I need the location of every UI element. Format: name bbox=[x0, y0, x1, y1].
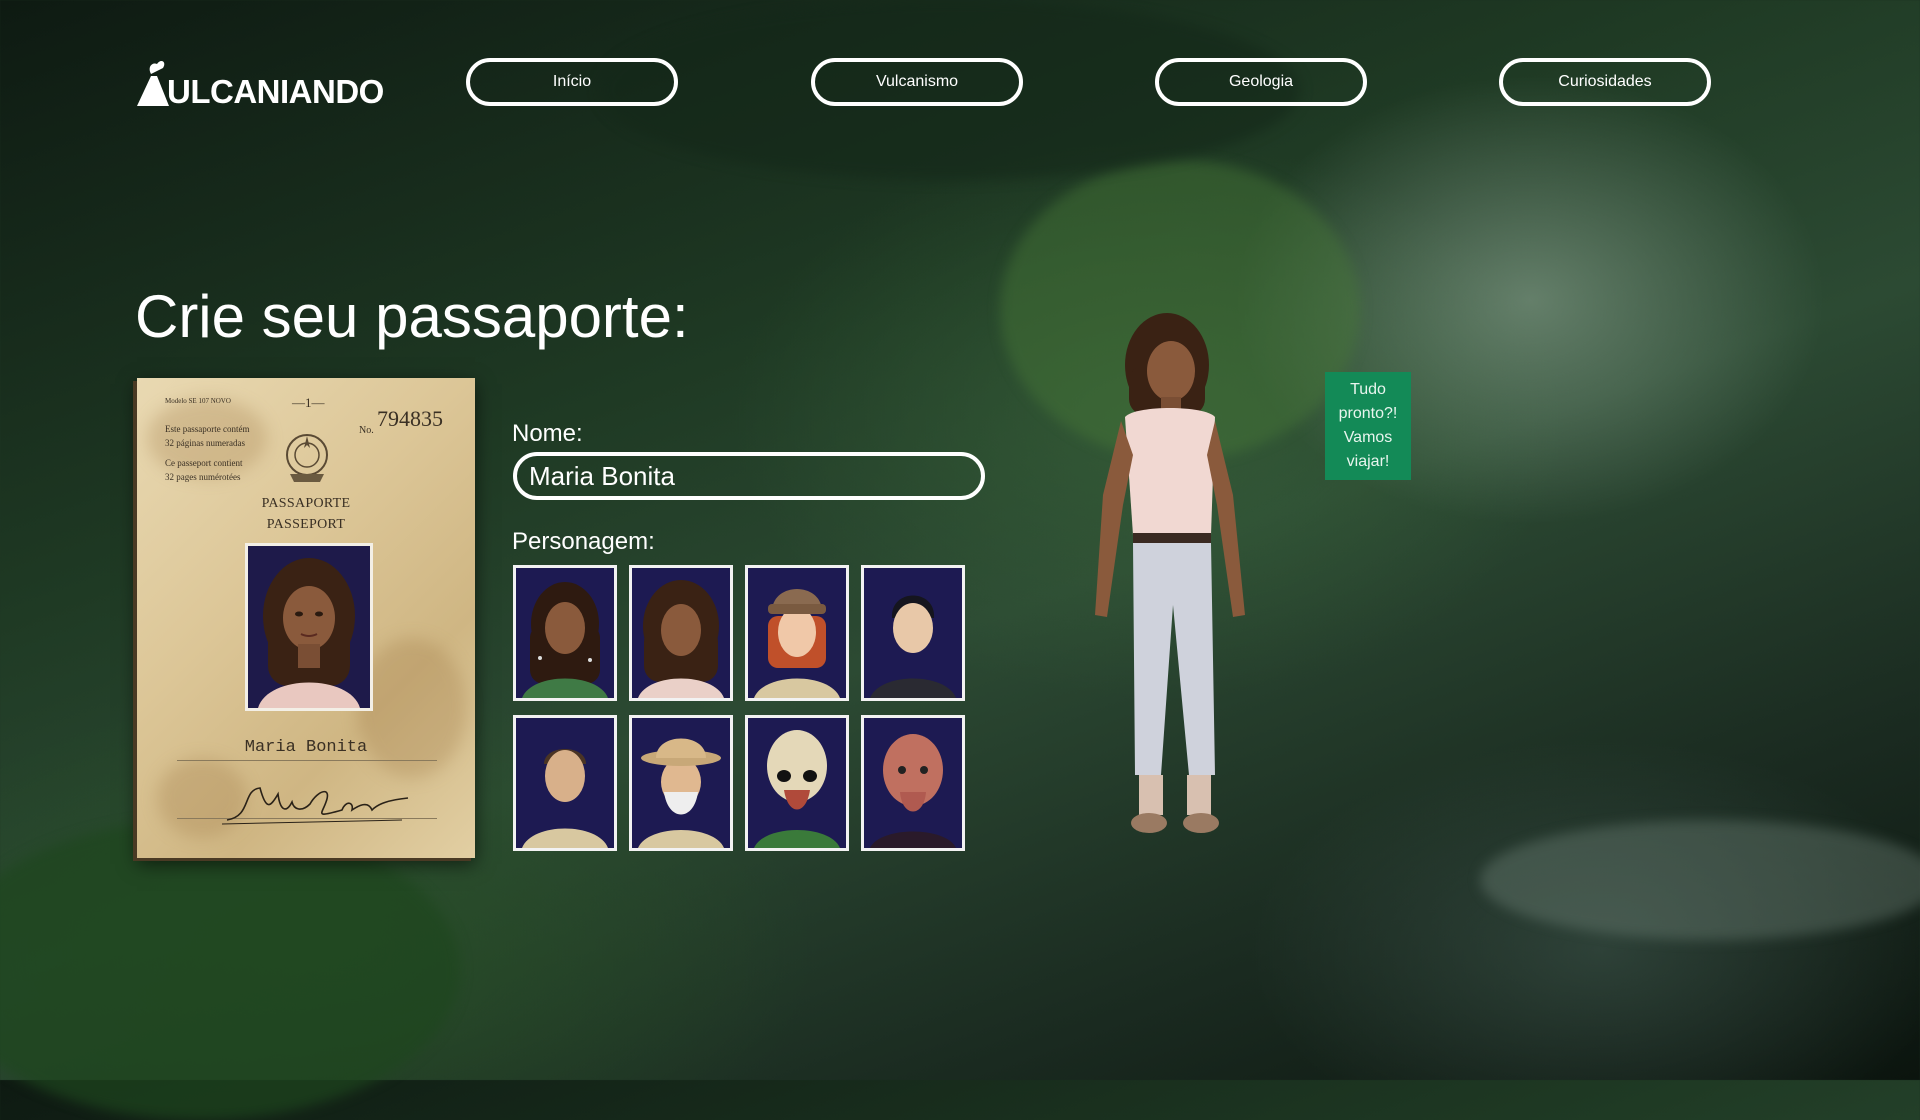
character-option-man-buzzcut[interactable] bbox=[513, 715, 617, 851]
passport-holder-name: Maria Bonita bbox=[244, 738, 368, 757]
nav-curiosidades-button[interactable]: Curiosidades bbox=[1499, 58, 1711, 106]
name-label: Nome: bbox=[512, 420, 583, 447]
character-option-man-dark-hair[interactable] bbox=[861, 565, 965, 701]
coat-of-arms-icon bbox=[286, 434, 328, 482]
page-title: Crie seu passaporte: bbox=[135, 283, 689, 350]
man-buzzcut-portrait bbox=[522, 749, 608, 848]
explorer-old-man-portrait bbox=[638, 738, 724, 848]
character-option-redhead-hat[interactable] bbox=[745, 565, 849, 701]
passport-number: 794835 bbox=[377, 406, 443, 431]
passport-title-pt: PASSAPORTE bbox=[261, 496, 351, 511]
passport-note: Este passaporte contém bbox=[165, 424, 250, 434]
character-label: Personagem: bbox=[512, 528, 655, 555]
character-option-woman-curly[interactable] bbox=[629, 565, 733, 701]
woman-curly-portrait bbox=[638, 580, 724, 698]
passport-preview: Modelo SE 107 NOVO —1— No. 794835 Este p… bbox=[137, 378, 475, 858]
volcano-v-icon bbox=[137, 61, 169, 106]
man-dark-hair-portrait bbox=[870, 595, 956, 698]
passport-page-mark: —1— bbox=[292, 395, 325, 410]
start-journey-button[interactable]: Tudo pronto?! Vamos viajar! bbox=[1325, 372, 1411, 480]
character-option-explorer-old-man[interactable] bbox=[629, 715, 733, 851]
woman-braids-portrait bbox=[522, 582, 608, 698]
passport-photo bbox=[245, 543, 373, 711]
character-avatar bbox=[1095, 313, 1245, 833]
passport-note: Ce passeport contient bbox=[165, 458, 243, 468]
nav-vulcanismo-button[interactable]: Vulcanismo bbox=[811, 58, 1023, 106]
logo-text: ULCANIANDO bbox=[167, 73, 384, 110]
passport-model: Modelo SE 107 NOVO bbox=[165, 397, 231, 405]
alien-gray-portrait bbox=[754, 730, 840, 848]
name-input[interactable] bbox=[513, 452, 985, 500]
site-logo[interactable]: ULCANIANDO bbox=[135, 52, 384, 108]
redhead-hat-portrait bbox=[754, 589, 840, 698]
foliage-shape bbox=[1480, 820, 1920, 940]
passport-note: 32 pages numérotées bbox=[165, 472, 241, 482]
character-option-alien-pink[interactable] bbox=[861, 715, 965, 851]
signature-drawing bbox=[222, 787, 409, 825]
nav-geologia-button[interactable]: Geologia bbox=[1155, 58, 1367, 106]
passport-number-prefix: No. bbox=[359, 425, 374, 436]
nav-inicio-button[interactable]: Início bbox=[466, 58, 678, 106]
character-option-alien-gray[interactable] bbox=[745, 715, 849, 851]
alien-pink-portrait bbox=[870, 734, 956, 848]
passport-title-en: PASSEPORT bbox=[266, 517, 346, 532]
passport-note: 32 páginas numeradas bbox=[165, 438, 245, 448]
character-option-woman-braids[interactable] bbox=[513, 565, 617, 701]
